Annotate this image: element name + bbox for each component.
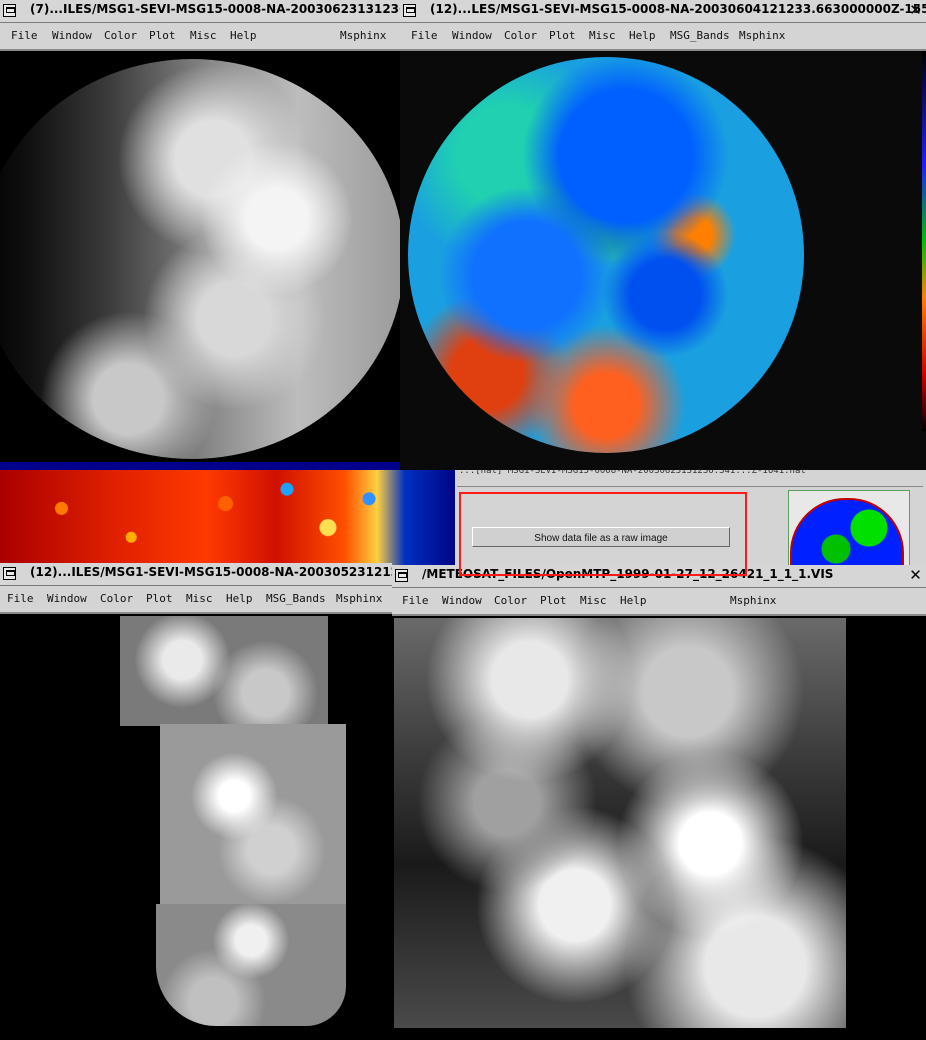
- close-icon[interactable]: ✕: [907, 567, 924, 584]
- menu-misc[interactable]: Misc: [186, 592, 213, 605]
- show-raw-image-button[interactable]: Show data file as a raw image: [472, 527, 730, 547]
- menu-help[interactable]: Help: [629, 29, 656, 42]
- menu-help[interactable]: Help: [226, 592, 253, 605]
- earth-disk-color: [408, 57, 804, 453]
- menu-msphinx[interactable]: Msphinx: [739, 29, 785, 42]
- earth-disk-grayscale: [0, 59, 400, 459]
- earth-tile-top: [120, 616, 328, 726]
- window-bottom-right: /METEOSAT_FILES/OpenMTP_1999-01-27_12_26…: [392, 565, 926, 1040]
- menu-file[interactable]: File: [7, 592, 34, 605]
- window-bottom-left: (12)...ILES/MSG1-SEVI-MSG15-0008-NA-2003…: [0, 563, 392, 1040]
- titlebar[interactable]: (12)...LES/MSG1-SEVI-MSG15-0008-NA-20030…: [400, 0, 926, 23]
- satellite-vis-image: [394, 618, 846, 1028]
- menubar: File Window Color Plot Misc Help Msphinx: [392, 588, 926, 616]
- menu-plot[interactable]: Plot: [549, 29, 576, 42]
- menu-file[interactable]: File: [402, 594, 429, 607]
- titlebar[interactable]: (7)...ILES/MSG1-SEVI-MSG15-0008-NA-20030…: [0, 0, 400, 23]
- menu-msg-bands[interactable]: MSG_Bands: [670, 29, 730, 42]
- earth-tile-middle: [160, 724, 346, 904]
- menu-msphinx[interactable]: Msphinx: [336, 592, 382, 605]
- earth-tile-bottom: [156, 904, 346, 1026]
- menu-color[interactable]: Color: [104, 29, 137, 42]
- menu-window[interactable]: Window: [47, 592, 87, 605]
- menu-plot[interactable]: Plot: [149, 29, 176, 42]
- menu-plot[interactable]: Plot: [146, 592, 173, 605]
- titlebar[interactable]: (12)...ILES/MSG1-SEVI-MSG15-0008-NA-2003…: [0, 563, 392, 586]
- window-title: /METEOSAT_FILES/OpenMTP_1999-01-27_12_26…: [422, 567, 834, 581]
- image-area: [0, 51, 400, 462]
- titlebar[interactable]: /METEOSAT_FILES/OpenMTP_1999-01-27_12_26…: [392, 565, 926, 588]
- window-menu-icon[interactable]: [395, 569, 408, 582]
- menu-msg-bands[interactable]: MSG_Bands: [266, 592, 326, 605]
- menu-file[interactable]: File: [411, 29, 438, 42]
- menu-misc[interactable]: Misc: [190, 29, 217, 42]
- window-top-right: (12)...LES/MSG1-SEVI-MSG15-0008-NA-20030…: [400, 0, 926, 470]
- menu-window[interactable]: Window: [442, 594, 482, 607]
- menu-file[interactable]: File: [11, 29, 38, 42]
- heatmap-strip-texture: [0, 470, 410, 566]
- window-title: (12)...ILES/MSG1-SEVI-MSG15-0008-NA-2003…: [30, 565, 392, 579]
- menu-color[interactable]: Color: [100, 592, 133, 605]
- file-info-panel: ...[nat] MSG1-SEVI-MSG15-0008-NA-2003062…: [455, 466, 926, 570]
- image-area: [392, 616, 926, 1040]
- menu-help[interactable]: Help: [620, 594, 647, 607]
- menu-misc[interactable]: Misc: [580, 594, 607, 607]
- menu-color[interactable]: Color: [494, 594, 527, 607]
- menu-window[interactable]: Window: [52, 29, 92, 42]
- window-title: (7)...ILES/MSG1-SEVI-MSG15-0008-NA-20030…: [30, 2, 400, 16]
- menu-window[interactable]: Window: [452, 29, 492, 42]
- image-area: [400, 51, 926, 470]
- window-title: (12)...LES/MSG1-SEVI-MSG15-0008-NA-20030…: [430, 2, 926, 16]
- window-menu-icon[interactable]: [403, 4, 416, 17]
- window-menu-icon[interactable]: [3, 567, 16, 580]
- menu-misc[interactable]: Misc: [589, 29, 616, 42]
- window-menu-icon[interactable]: [3, 4, 16, 17]
- menu-msphinx[interactable]: Msphinx: [730, 594, 776, 607]
- menubar: File Window Color Plot Misc Help MSG_Ban…: [0, 586, 392, 614]
- colorbar: [922, 51, 926, 431]
- menu-help[interactable]: Help: [230, 29, 257, 42]
- window-top-left: (7)...ILES/MSG1-SEVI-MSG15-0008-NA-20030…: [0, 0, 400, 462]
- close-icon[interactable]: ✕: [907, 2, 924, 19]
- image-area: [0, 614, 392, 1040]
- path-field-border: [457, 478, 923, 487]
- menu-plot[interactable]: Plot: [540, 594, 567, 607]
- menu-color[interactable]: Color: [504, 29, 537, 42]
- menubar: File Window Color Plot Misc Help MSG_Ban…: [400, 23, 926, 51]
- menubar: File Window Color Plot Misc Help Msphinx: [0, 23, 400, 51]
- menu-msphinx[interactable]: Msphinx: [340, 29, 386, 42]
